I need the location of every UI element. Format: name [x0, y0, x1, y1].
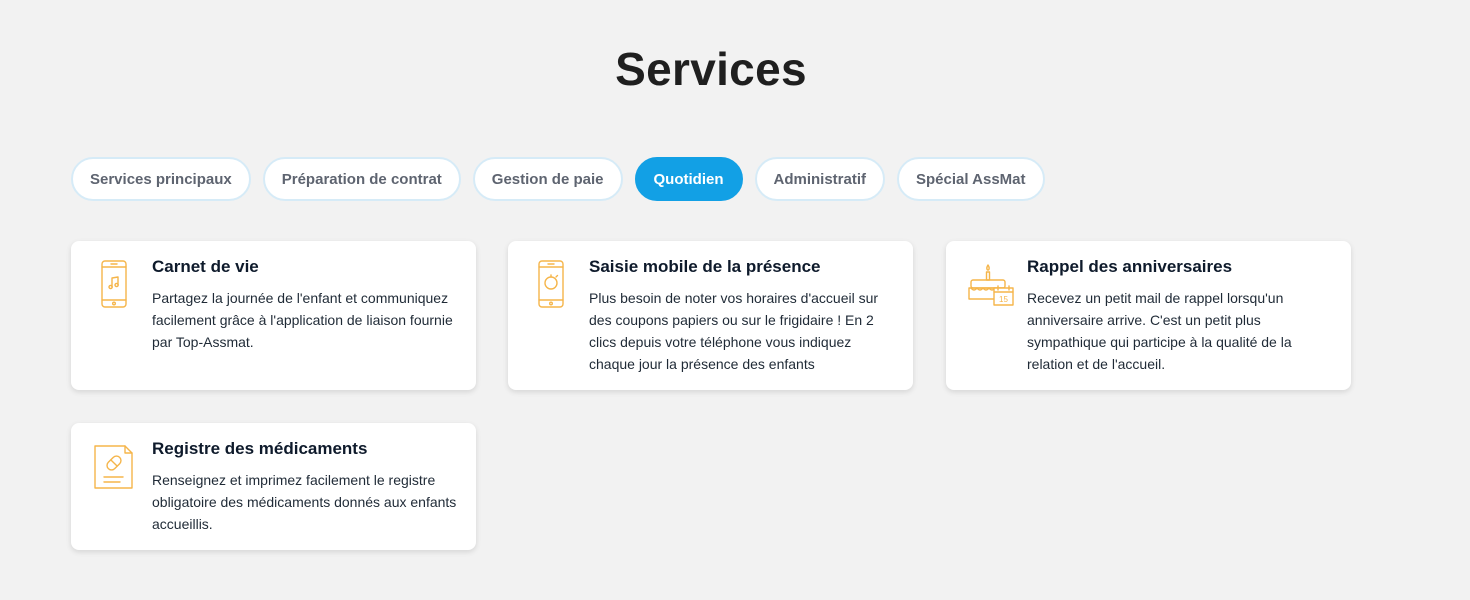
service-card-registre-medicaments: Registre des médicaments Renseignez et i…	[71, 423, 476, 550]
service-card-saisie-mobile: Saisie mobile de la présence Plus besoin…	[508, 241, 913, 390]
service-card-carnet-de-vie: Carnet de vie Partagez la journée de l'e…	[71, 241, 476, 390]
card-description: Plus besoin de noter vos horaires d'accu…	[589, 290, 879, 372]
medication-register-icon	[93, 441, 141, 491]
card-title: Rappel des anniversaires	[1027, 257, 1233, 276]
card-description: Renseignez et imprimez facilement le reg…	[152, 472, 457, 532]
smartphone-clock-icon	[530, 259, 578, 309]
tab-quotidien[interactable]: Quotidien	[634, 157, 743, 201]
card-description: Recevez un petit mail de rappel lorsqu'u…	[1027, 290, 1292, 372]
tab-administratif[interactable]: Administratif	[754, 157, 886, 201]
card-description: Partagez la journée de l'enfant et commu…	[152, 290, 453, 350]
tab-services-principaux[interactable]: Services principaux	[71, 157, 251, 201]
services-tabs: Services principaux Préparation de contr…	[71, 157, 1045, 201]
card-title: Carnet de vie	[152, 257, 259, 276]
card-title: Registre des médicaments	[152, 439, 368, 458]
tab-special-assmat[interactable]: Spécial AssMat	[897, 157, 1045, 201]
card-title: Saisie mobile de la présence	[589, 257, 821, 276]
page-title: Services	[615, 43, 807, 95]
calendar-day-text: 15	[999, 295, 1008, 304]
tab-preparation-de-contrat[interactable]: Préparation de contrat	[262, 157, 461, 201]
service-card-rappel-anniversaires: 15 Rappel des anniversaires Recevez un p…	[946, 241, 1351, 390]
birthday-cake-calendar-icon: 15	[968, 259, 1016, 309]
smartphone-music-icon	[93, 259, 141, 309]
tab-gestion-de-paie[interactable]: Gestion de paie	[472, 157, 623, 201]
